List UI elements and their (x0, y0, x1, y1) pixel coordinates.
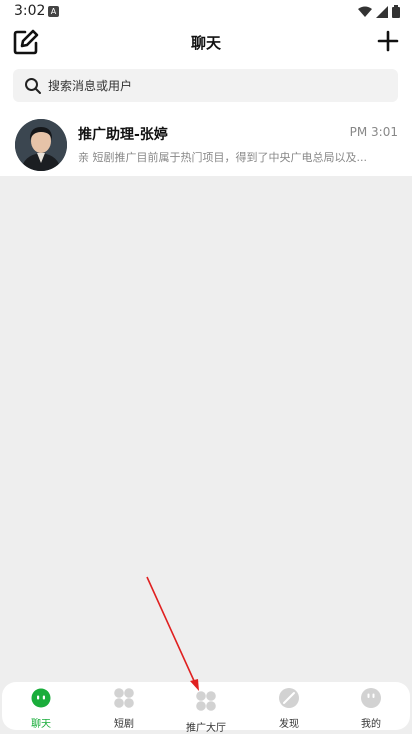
notification-icon: A (48, 6, 59, 17)
header: 聊天 (0, 24, 412, 60)
profile-icon (361, 688, 381, 708)
compass-icon (279, 688, 299, 708)
tab-chat[interactable]: 聊天 (11, 682, 71, 730)
search-area: 搜索消息或用户 (0, 60, 412, 112)
search-icon (25, 78, 41, 94)
tab-label: 聊天 (31, 719, 51, 730)
avatar-photo (15, 119, 67, 171)
search-input[interactable]: 搜索消息或用户 (13, 69, 398, 102)
wifi-icon (358, 6, 372, 17)
status-time: 3:02 (14, 3, 46, 19)
tab-promotion-hall[interactable]: 推广大厅 (176, 682, 236, 734)
grid-icon (196, 691, 216, 711)
status-bar: 3:02 A (0, 0, 412, 24)
chat-preview: 亲 短剧推广目前属于热门项目，得到了中央广电总局以及... (78, 151, 367, 164)
add-button[interactable] (376, 29, 400, 53)
chat-time: PM 3:01 (349, 125, 398, 139)
plus-icon (377, 30, 399, 52)
chat-name: 推广助理-张婷 (78, 127, 168, 143)
search-placeholder: 搜索消息或用户 (48, 79, 133, 93)
grid-icon (114, 688, 134, 708)
tab-label: 短剧 (114, 719, 134, 730)
list-item[interactable]: 推广助理-张婷 PM 3:01 亲 短剧推广目前属于热门项目，得到了中央广电总局… (0, 112, 412, 176)
battery-icon (392, 5, 400, 18)
avatar (15, 119, 67, 171)
tab-shorts[interactable]: 短剧 (94, 682, 154, 730)
tab-discover[interactable]: 发现 (259, 682, 319, 730)
chat-list: 推广助理-张婷 PM 3:01 亲 短剧推广目前属于热门项目，得到了中央广电总局… (0, 112, 412, 176)
tab-profile[interactable]: 我的 (341, 682, 401, 730)
signal-icon (376, 5, 388, 18)
tab-label: 我的 (361, 719, 381, 730)
status-indicators (358, 5, 400, 18)
page-title: 聊天 (190, 34, 221, 52)
chat-icon (31, 688, 51, 708)
tab-label: 发现 (279, 719, 299, 730)
tab-bar: 聊天 短剧 推广大厅 发现 我的 (2, 682, 410, 734)
